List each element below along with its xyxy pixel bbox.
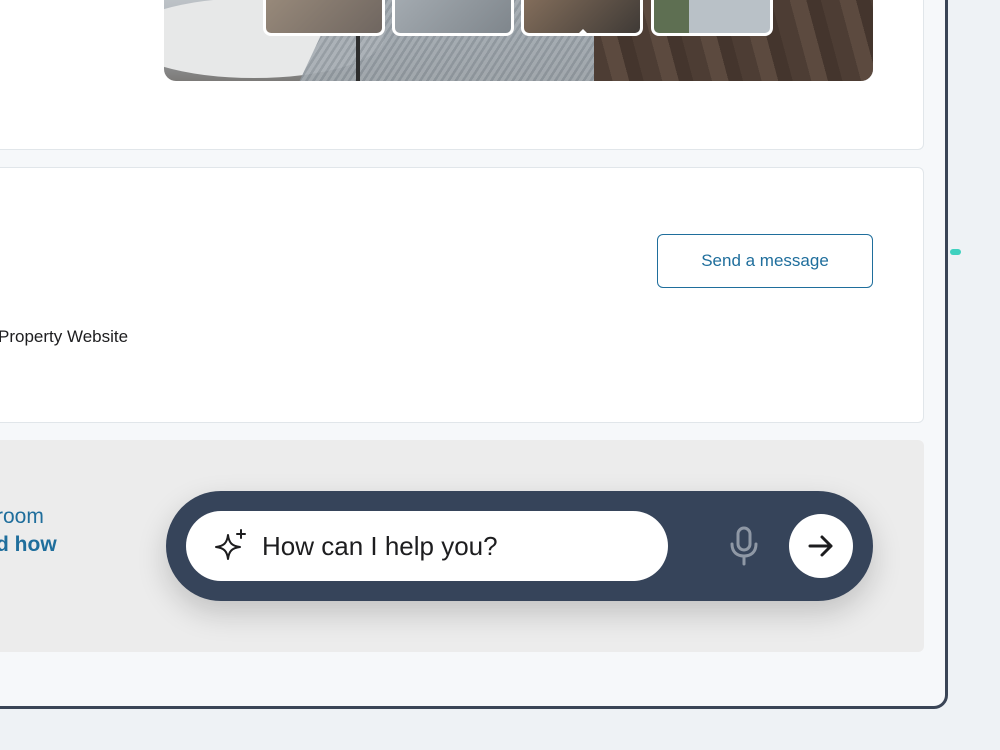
gallery-thumbnail-2[interactable] (392, 0, 514, 36)
chat-promo-text: room (0, 505, 44, 528)
gallery-thumbnail-1[interactable] (263, 0, 385, 36)
assistant-input[interactable]: How can I help you? (186, 511, 668, 581)
arrow-right-icon (808, 535, 833, 557)
microphone-icon[interactable] (727, 526, 761, 566)
gallery-thumbnail-3[interactable] (521, 0, 643, 36)
assistant-placeholder: How can I help you? (262, 530, 498, 561)
gallery-thumbnail-4[interactable] (651, 0, 773, 36)
submit-button[interactable] (789, 514, 853, 578)
agent-contact-card (0, 167, 924, 423)
sparkle-icon (215, 529, 246, 560)
chat-promo-link[interactable]: d how (0, 533, 57, 557)
property-website-link[interactable]: Property Website (0, 327, 128, 347)
status-indicator (950, 249, 961, 255)
send-message-button[interactable]: Send a message (657, 234, 873, 288)
